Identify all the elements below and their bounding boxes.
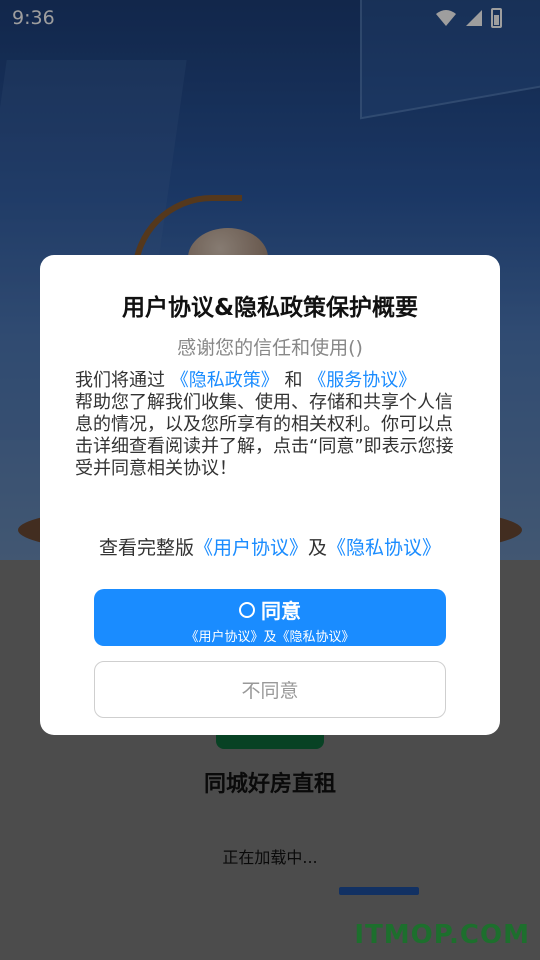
radio-circle-icon	[239, 601, 255, 618]
dialog-subtitle: 感谢您的信任和使用()	[177, 337, 363, 359]
service-agreement-link[interactable]: 《服务协议》	[308, 370, 416, 391]
user-agreement-link[interactable]: 《用户协议》	[194, 537, 308, 559]
more-prefix: 查看完整版	[98, 537, 194, 559]
agree-button-label: 同意	[261, 599, 301, 623]
full-version-links: 查看完整版《用户协议》及《隐私协议》	[40, 533, 500, 560]
more-and: 及	[308, 537, 328, 559]
dialog-body: 我们将通过 《隐私政策》 和 《服务协议》 帮助您了解我们收集、使用、存储和共享…	[75, 370, 467, 480]
privacy-policy-link[interactable]: 《隐私政策》	[171, 370, 279, 391]
body-rest: 帮助您了解我们收集、使用、存储和共享个人信息的情况，以及您所享有的相关权利。你可…	[75, 392, 454, 479]
body-prefix: 我们将通过	[75, 370, 165, 391]
body-and: 和	[284, 370, 303, 391]
disagree-button[interactable]: 不同意	[94, 661, 446, 718]
agree-button-sublabel: 《用户协议》及《隐私协议》	[185, 630, 355, 645]
dialog-title: 用户协议&隐私政策保护概要	[121, 295, 419, 321]
privacy-dialog: 用户协议&隐私政策保护概要 感谢您的信任和使用() 我们将通过 《隐私政策》 和…	[40, 255, 500, 735]
privacy-agreement-link[interactable]: 《隐私协议》	[327, 537, 441, 559]
agree-button[interactable]: 同意 《用户协议》及《隐私协议》	[94, 589, 446, 646]
